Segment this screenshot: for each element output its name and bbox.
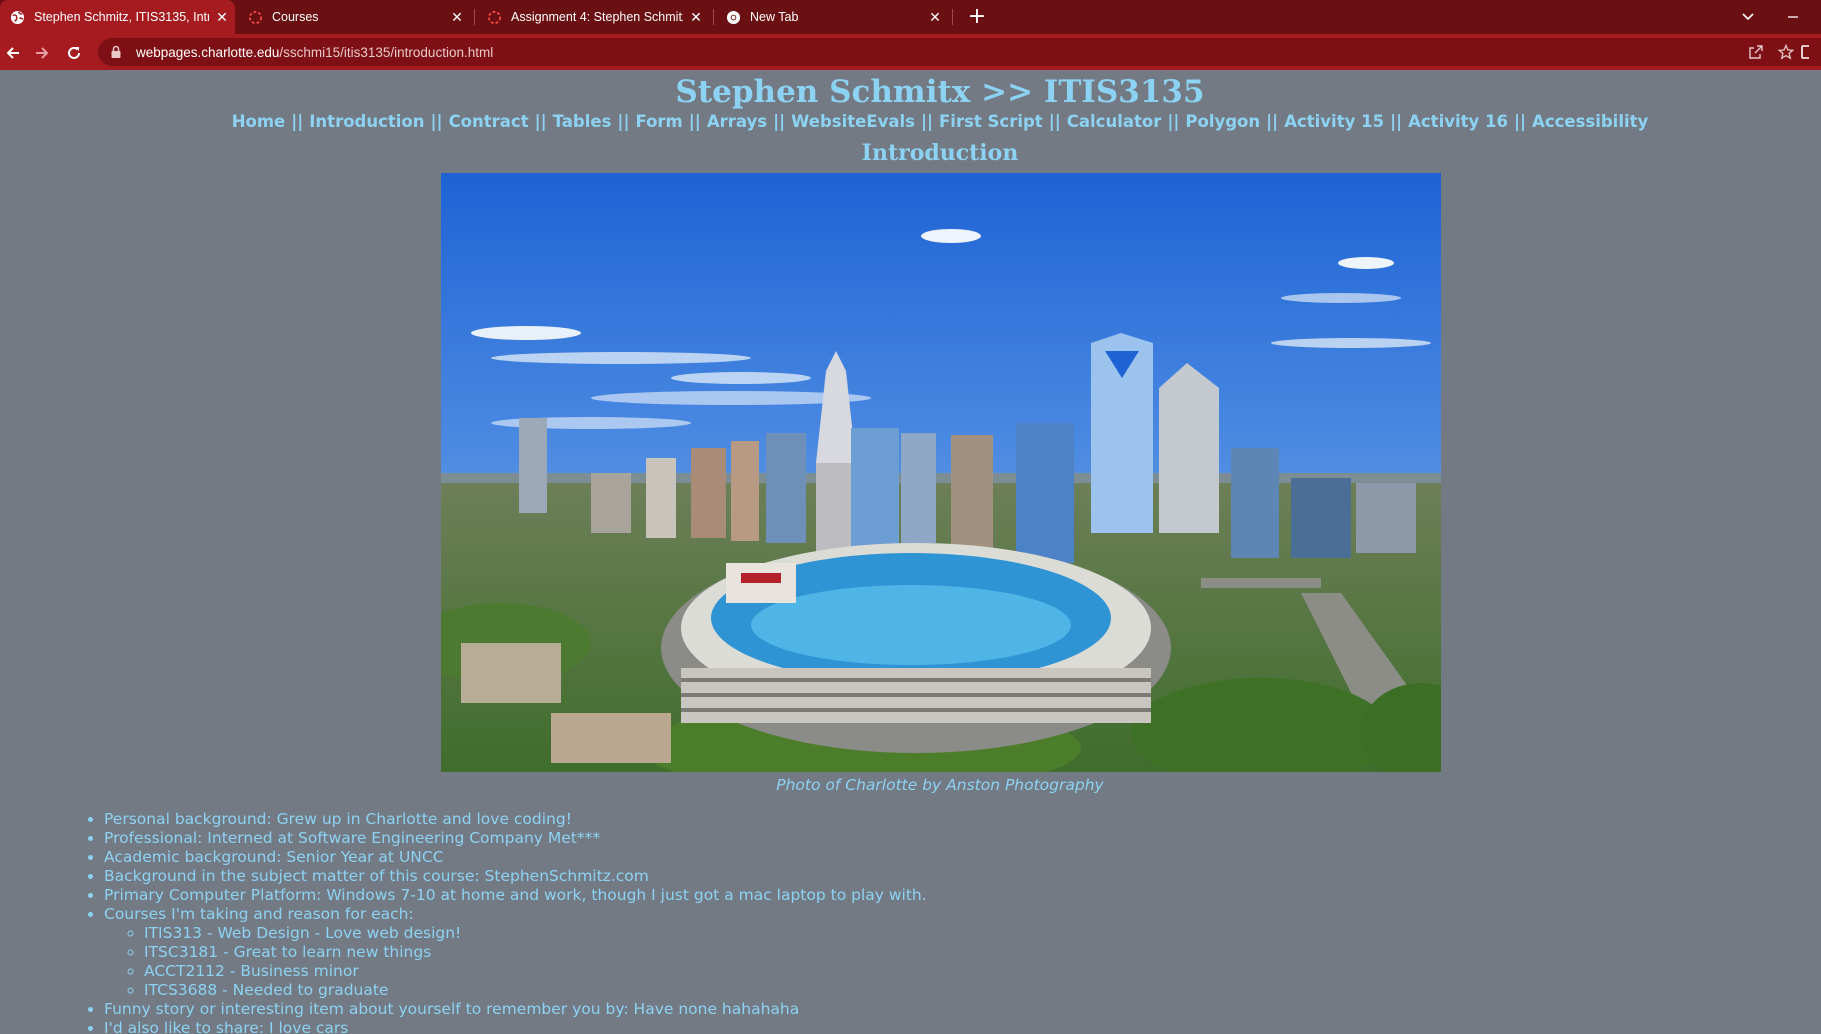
courses-label: Courses I'm taking and reason for each: xyxy=(104,905,414,923)
nav-link-polygon[interactable]: Polygon xyxy=(1185,112,1260,131)
nav-link-accessibility[interactable]: Accessibility xyxy=(1532,112,1648,131)
tab-new-tab[interactable]: New Tab ✕ xyxy=(716,0,948,34)
tab-introduction[interactable]: Stephen Schmitz, ITIS3135, Introduction … xyxy=(0,0,235,34)
url-path: /sschmi15/itis3135/introduction.html xyxy=(279,44,494,60)
list-item: Funny story or interesting item about yo… xyxy=(104,1000,927,1019)
nav-link-activity-16[interactable]: Activity 16 xyxy=(1408,112,1508,131)
new-tab-button[interactable]: + xyxy=(964,4,990,30)
image-caption: Photo of Charlotte by Anston Photography xyxy=(776,776,1104,794)
tab-title: Assignment 4: Stephen Schmitz xyxy=(511,10,683,24)
list-item: Professional: Interned at Software Engin… xyxy=(104,829,927,848)
list-item: Primary Computer Platform: Windows 7-10 … xyxy=(104,886,927,905)
lock-icon xyxy=(111,45,121,58)
back-arrow-icon xyxy=(6,47,19,59)
reload-icon xyxy=(68,46,80,59)
nav-separator: || xyxy=(1266,112,1279,131)
nav-link-form[interactable]: Form xyxy=(635,112,682,131)
intro-list: Personal background: Grew up in Charlott… xyxy=(104,810,927,1034)
list-item: Background in the subject matter of this… xyxy=(104,867,927,886)
nav-separator: || xyxy=(291,112,304,131)
site-title: Stephen Schmitx >> ITIS3135 xyxy=(675,74,1205,110)
nav-link-tables[interactable]: Tables xyxy=(553,112,612,131)
browser-toolbar: webpages.charlotte.edu/sschmi15/itis3135… xyxy=(0,34,1821,70)
nav-link-websiteevals[interactable]: WebsiteEvals xyxy=(791,112,915,131)
course-item: ITCS3688 - Needed to graduate xyxy=(144,981,927,1000)
url-host: webpages.charlotte.edu xyxy=(136,44,280,60)
tab-divider xyxy=(952,9,953,25)
minimize-window-icon[interactable] xyxy=(1778,0,1808,34)
tab-title: Stephen Schmitz, ITIS3135, Introduction xyxy=(34,10,209,24)
nav-separator: || xyxy=(1390,112,1403,131)
nav-link-calculator[interactable]: Calculator xyxy=(1067,112,1162,131)
forward-button[interactable] xyxy=(29,40,55,66)
chrome-icon xyxy=(726,10,741,24)
nav-separator: || xyxy=(430,112,443,131)
nav-link-first-script[interactable]: First Script xyxy=(939,112,1043,131)
tab-divider xyxy=(713,9,714,25)
courses-list: ITIS313 - Web Design - Love web design! … xyxy=(104,924,927,1000)
nav-link-contract[interactable]: Contract xyxy=(449,112,529,131)
course-item: ITIS313 - Web Design - Love web design! xyxy=(144,924,927,943)
share-icon[interactable] xyxy=(1741,44,1771,60)
loading-icon xyxy=(488,10,501,24)
tab-title: Courses xyxy=(272,10,319,24)
nav-separator: || xyxy=(1513,112,1527,131)
charlotte-skyline-photo xyxy=(441,173,1441,772)
nav-link-activity-15[interactable]: Activity 15 xyxy=(1284,112,1384,131)
browser-tab-strip: Stephen Schmitz, ITIS3135, Introduction … xyxy=(0,0,1821,34)
address-bar[interactable]: webpages.charlotte.edu/sschmi15/itis3135… xyxy=(98,38,1821,66)
nav-separator: || xyxy=(773,112,786,131)
forward-arrow-icon xyxy=(36,47,49,59)
site-navigation: Home || Introduction || Contract || Tables || Fo… xyxy=(0,112,1821,131)
close-tab-icon[interactable]: ✕ xyxy=(444,9,470,26)
nav-link-arrays[interactable]: Arrays xyxy=(707,112,767,131)
page-body: Stephen Schmitx >> ITIS3135 Home || Introd… xyxy=(0,70,1821,1034)
reload-button[interactable] xyxy=(61,40,87,66)
list-item: Personal background: Grew up in Charlott… xyxy=(104,810,927,829)
close-tab-icon[interactable]: ✕ xyxy=(209,9,235,26)
list-item: Academic background: Senior Year at UNCC xyxy=(104,848,927,867)
close-tab-icon[interactable]: ✕ xyxy=(683,9,709,26)
tab-title: New Tab xyxy=(750,10,799,24)
loading-icon xyxy=(249,10,262,24)
bookmark-star-icon[interactable] xyxy=(1771,44,1801,60)
back-button[interactable] xyxy=(0,40,26,66)
nav-separator: || xyxy=(617,112,630,131)
tab-divider xyxy=(474,9,475,25)
course-item: ITSC3181 - Great to learn new things xyxy=(144,943,927,962)
close-tab-icon[interactable]: ✕ xyxy=(922,9,948,26)
page-heading: Introduction xyxy=(861,140,1019,166)
nav-separator: || xyxy=(688,112,701,131)
url-text: webpages.charlotte.edu/sschmi15/itis3135… xyxy=(136,45,493,60)
nav-separator: || xyxy=(1167,112,1180,131)
list-item: I'd also like to share: I love cars xyxy=(104,1019,927,1034)
tab-assignment-4[interactable]: Assignment 4: Stephen Schmitz ✕ xyxy=(477,0,709,34)
nav-separator: || xyxy=(534,112,547,131)
globe-icon xyxy=(10,10,25,24)
nav-link-introduction[interactable]: Introduction xyxy=(309,112,424,131)
tab-search-icon[interactable] xyxy=(1734,0,1762,34)
nav-link-home[interactable]: Home xyxy=(232,112,286,131)
nav-separator: || xyxy=(1048,112,1061,131)
tab-courses[interactable]: Courses ✕ xyxy=(238,0,470,34)
side-panel-icon[interactable] xyxy=(1801,44,1821,60)
course-item: ACCT2112 - Business minor xyxy=(144,962,927,981)
list-item: Courses I'm taking and reason for each: … xyxy=(104,905,927,1000)
nav-separator: || xyxy=(920,112,934,131)
